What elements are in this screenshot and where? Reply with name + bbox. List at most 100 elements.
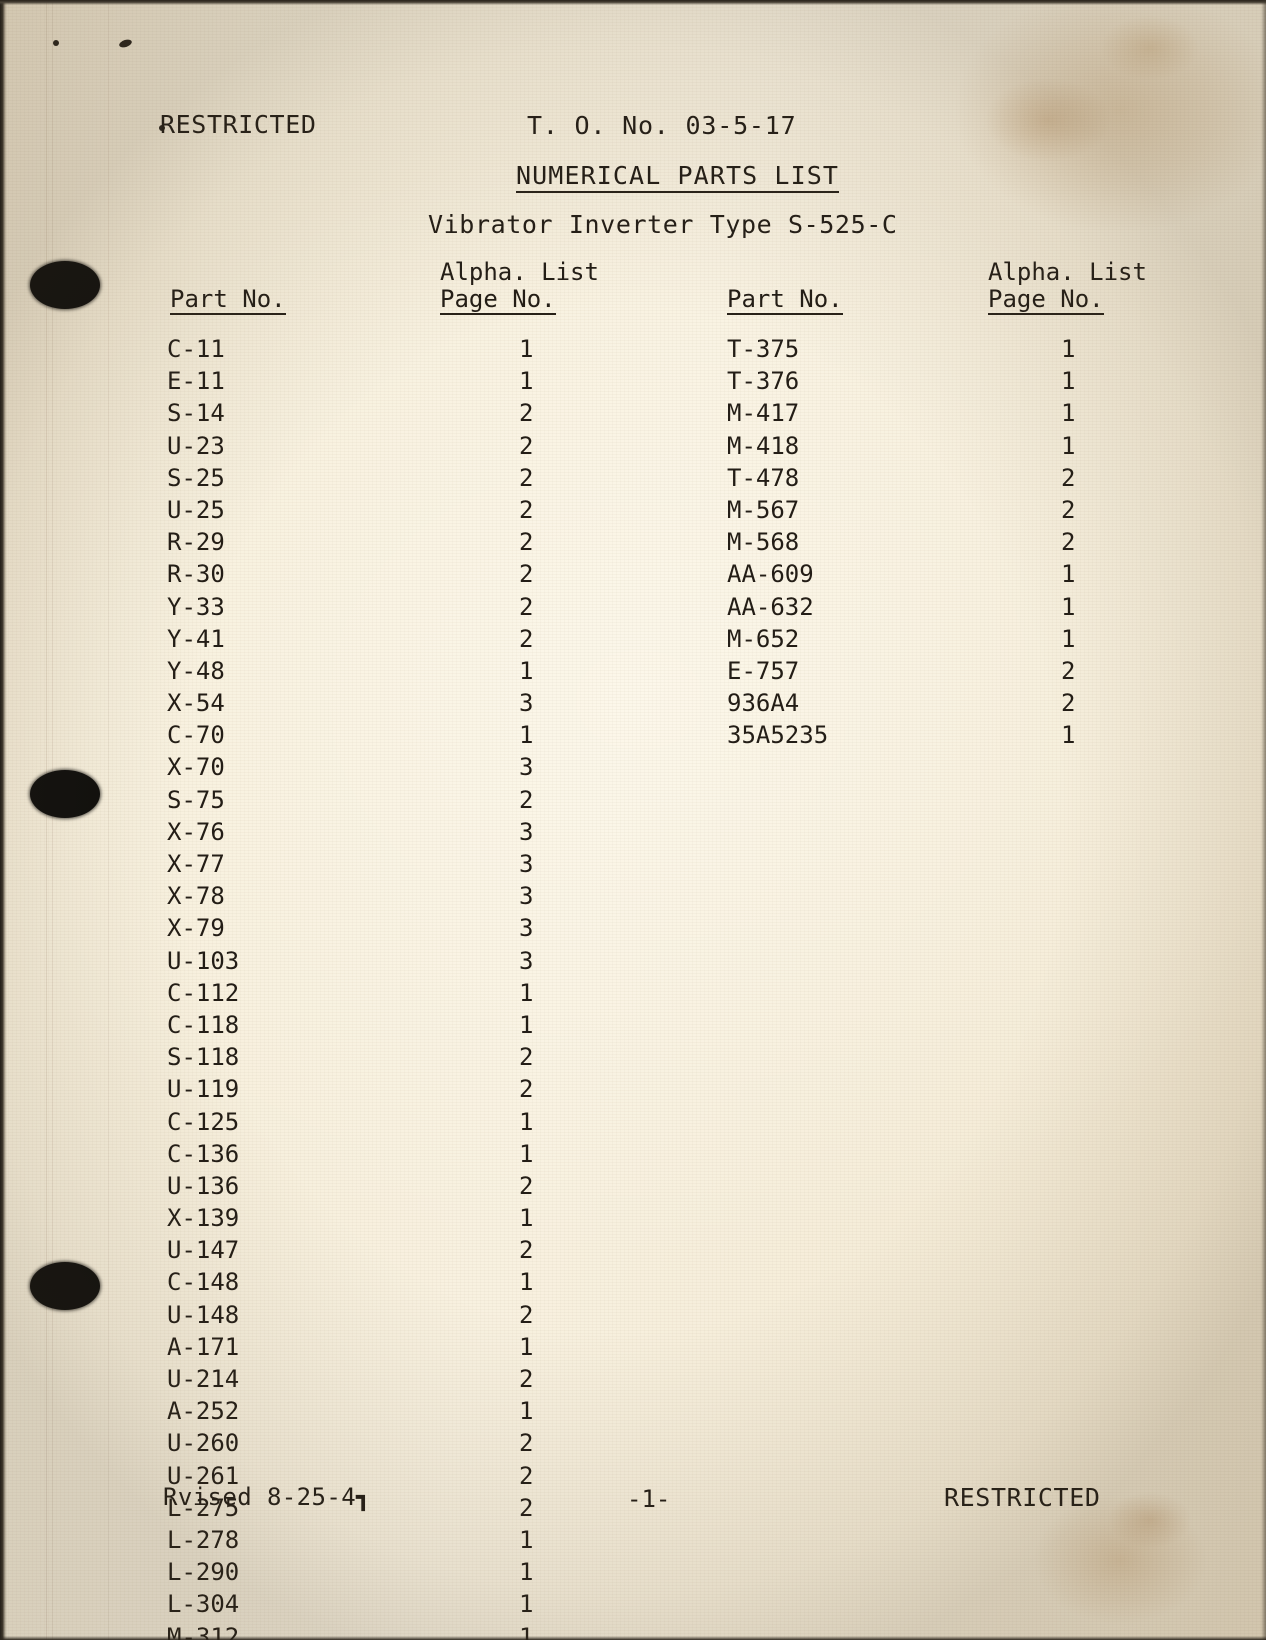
alpha-list-page-number: 2: [519, 1365, 534, 1393]
alpha-list-page-number: 2: [519, 1300, 534, 1329]
alpha-list-page-number: 2: [519, 1429, 534, 1458]
alpha-list-page-number: 1: [519, 335, 534, 363]
classification-header-left: RESTRICTED: [160, 110, 317, 139]
page-title: NUMERICAL PARTS LIST: [516, 163, 840, 193]
part-number: L-290: [167, 1558, 240, 1587]
part-number: S-25: [167, 463, 225, 492]
part-number: X-70: [167, 753, 225, 782]
alpha-list-page-number: 1: [519, 1204, 534, 1233]
alpha-list-page-number: 2: [519, 1461, 534, 1490]
ink-speck: [53, 40, 59, 46]
part-number: L-304: [167, 1590, 240, 1619]
scan-edge-right: [1261, 0, 1266, 1640]
part-number: C-11: [167, 335, 225, 363]
part-number: U-214: [167, 1365, 240, 1393]
alpha-list-page-number: 1: [1061, 721, 1076, 750]
part-number: R-29: [167, 528, 225, 557]
page-subtitle: Vibrator Inverter Type S-525-C: [428, 210, 898, 239]
part-number: X-54: [167, 689, 225, 718]
alpha-list-page-number: 3: [519, 817, 534, 846]
part-number: U-119: [167, 1075, 240, 1104]
alpha-list-page-number: 2: [1061, 689, 1076, 718]
alpha-list-page-number: 2: [519, 495, 534, 524]
alpha-list-page-number: 2: [519, 1171, 534, 1200]
alpha-list-page-number: 2: [519, 431, 534, 460]
part-number: S-75: [167, 785, 225, 814]
alpha-list-page-number: 2: [1061, 463, 1076, 492]
alpha-list-page-number: 2: [519, 1493, 534, 1522]
part-number: C-112: [167, 978, 240, 1007]
alpha-list-page-number: 1: [1061, 399, 1076, 428]
part-number: T-375: [727, 335, 800, 363]
alpha-list-page-number: 2: [1061, 656, 1076, 685]
part-number: C-125: [167, 1107, 240, 1136]
paper-rule-line: [52, 0, 53, 1640]
alpha-list-page-number: 1: [519, 656, 534, 685]
left-page-no-column-header: Page No.: [440, 285, 556, 315]
part-number: M-418: [727, 431, 800, 460]
part-number: M-567: [727, 495, 800, 524]
part-number: 936A4: [727, 689, 800, 718]
punch-hole: [30, 1262, 100, 1310]
alpha-list-page-number: 1: [519, 1139, 534, 1168]
part-number: X-139: [167, 1204, 240, 1233]
part-number: C-118: [167, 1010, 240, 1039]
part-number: M-568: [727, 528, 800, 557]
alpha-list-page-number: 1: [519, 1590, 534, 1619]
scan-edge-top: [0, 0, 1266, 5]
part-number: X-77: [167, 850, 225, 878]
left-alpha-list-label: Alpha. List: [440, 258, 599, 286]
alpha-list-page-number: 1: [519, 1397, 534, 1426]
part-number: U-260: [167, 1429, 240, 1458]
alpha-list-page-number: 1: [519, 978, 534, 1007]
alpha-list-page-number: 3: [519, 689, 534, 718]
scan-edge-left: [0, 0, 7, 1640]
part-number: Y-48: [167, 656, 225, 685]
alpha-list-page-number: 3: [519, 850, 534, 878]
right-alpha-list-label: Alpha. List: [988, 258, 1147, 286]
alpha-list-page-number: 1: [1061, 335, 1076, 363]
part-number: C-70: [167, 721, 225, 750]
alpha-list-page-number: 3: [519, 914, 534, 943]
part-number: S-14: [167, 399, 225, 428]
alpha-list-page-number: 3: [519, 946, 534, 975]
part-number: C-148: [167, 1268, 240, 1297]
part-number: E-757: [727, 656, 800, 685]
alpha-list-page-number: 2: [519, 560, 534, 589]
part-number: U-136: [167, 1171, 240, 1200]
part-number: M-417: [727, 399, 800, 428]
part-number: AA-609: [727, 560, 814, 589]
scanned-document-page: RESTRICTED T. O. No. 03-5-17 NUMERICAL P…: [0, 0, 1266, 1640]
alpha-list-page-number: 1: [1061, 624, 1076, 653]
part-number: A-171: [167, 1332, 240, 1361]
alpha-list-page-number: 2: [519, 1236, 534, 1265]
part-number: X-78: [167, 882, 225, 911]
alpha-list-page-number: 1: [519, 1622, 534, 1640]
part-number: Y-33: [167, 592, 225, 621]
right-part-no-column-header: Part No.: [727, 285, 843, 315]
alpha-list-page-number: 1: [1061, 367, 1076, 396]
punch-hole: [30, 770, 100, 818]
part-number: U-23: [167, 431, 225, 460]
part-number: C-136: [167, 1139, 240, 1168]
alpha-list-page-number: 1: [519, 1525, 534, 1554]
alpha-list-page-number: 3: [519, 882, 534, 911]
part-number: X-79: [167, 914, 225, 943]
part-number: E-11: [167, 367, 225, 396]
alpha-list-page-number: 1: [519, 1332, 534, 1361]
technical-order-number: T. O. No. 03-5-17: [527, 111, 797, 140]
alpha-list-page-number: 1: [519, 1010, 534, 1039]
alpha-list-page-number: 2: [519, 528, 534, 557]
part-number: A-252: [167, 1397, 240, 1426]
left-part-no-column-header: Part No.: [170, 285, 286, 315]
alpha-list-page-number: 1: [519, 1558, 534, 1587]
part-number: U-148: [167, 1300, 240, 1329]
part-number: M-312: [167, 1622, 240, 1640]
alpha-list-page-number: 2: [519, 592, 534, 621]
alpha-list-page-number: 1: [519, 367, 534, 396]
alpha-list-page-number: 2: [519, 1043, 534, 1072]
alpha-list-page-number: 2: [519, 399, 534, 428]
part-number: T-478: [727, 463, 800, 492]
alpha-list-page-number: 2: [519, 624, 534, 653]
part-number: 35A5235: [727, 721, 829, 750]
